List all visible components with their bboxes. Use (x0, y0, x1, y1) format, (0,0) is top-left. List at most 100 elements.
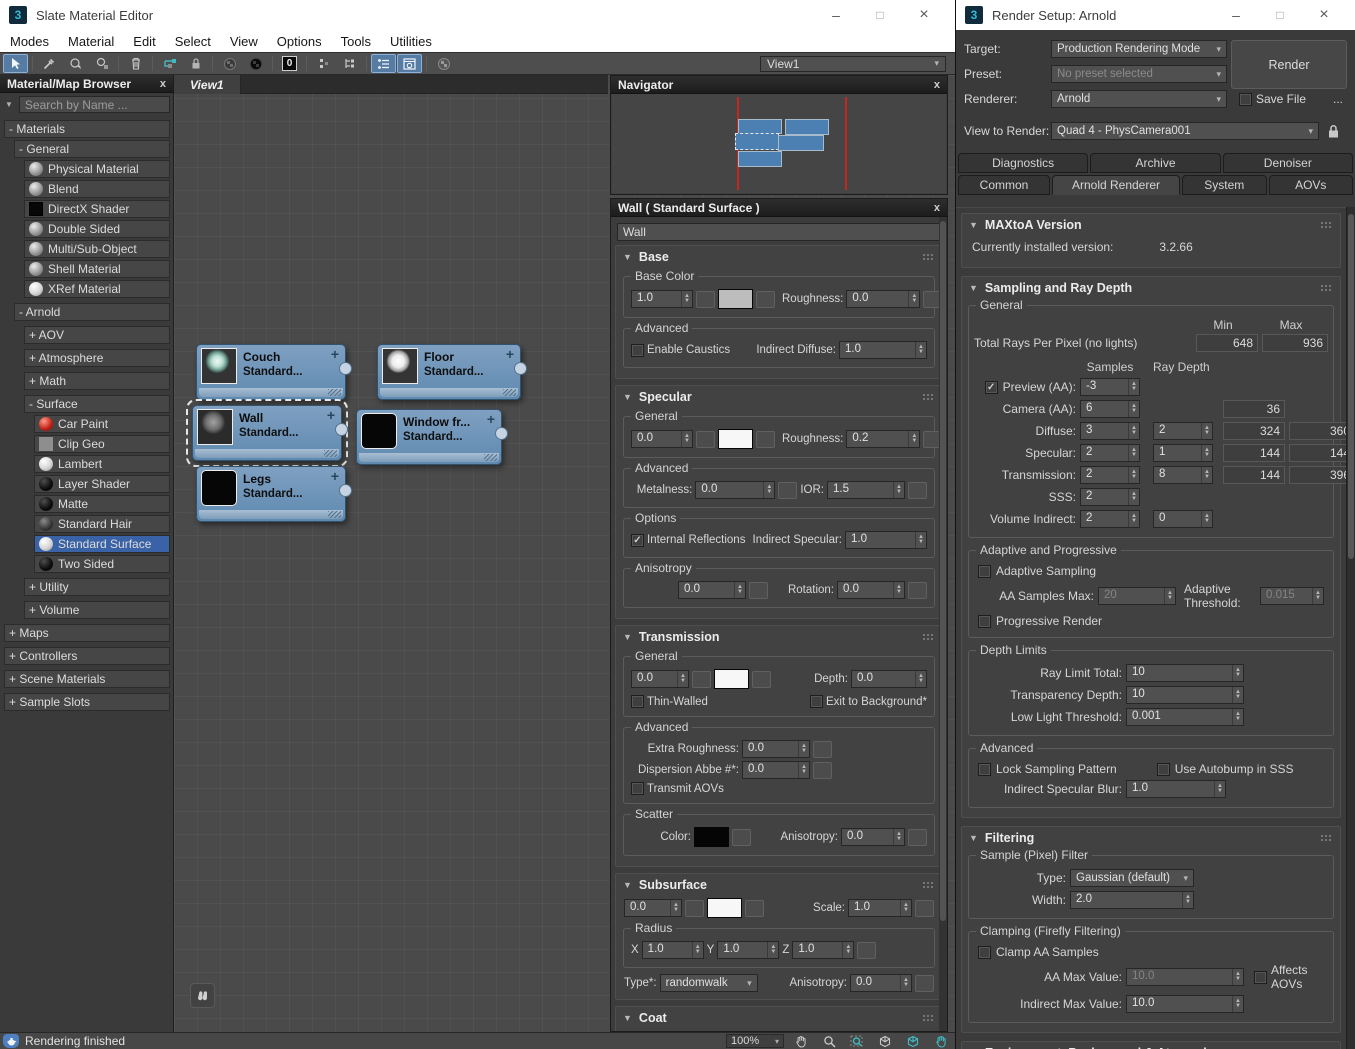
minimize-button[interactable]: – (814, 1, 858, 29)
transmit-aovs-checkbox[interactable] (631, 782, 644, 795)
menu-edit[interactable]: Edit (133, 34, 155, 49)
tab-diagnostics[interactable]: Diagnostics (958, 153, 1089, 173)
browser-item[interactable]: - Surface (24, 395, 170, 413)
browser-item[interactable]: Matte (34, 495, 170, 513)
show-navigator-icon[interactable] (397, 54, 422, 73)
ray-limit-spinner[interactable]: 10 (1126, 664, 1244, 682)
browser-item[interactable]: DirectX Shader (24, 200, 170, 218)
close-icon[interactable]: x (160, 78, 166, 90)
node-resize-grip[interactable] (199, 510, 343, 519)
sss-anisotropy-spinner[interactable]: 0.0 (850, 974, 912, 992)
specular-weight-spinner[interactable]: 0.0 (631, 430, 693, 448)
transmission-depth-spinner[interactable]: 8 (1153, 466, 1213, 484)
view-selector-dropdown[interactable]: View1 (760, 55, 946, 72)
indirect-diffuse-spinner[interactable]: 1.0 (839, 341, 927, 359)
browser-item[interactable]: + Sample Slots (4, 693, 170, 711)
rollout-filtering-header[interactable]: ▼ Filtering (962, 827, 1340, 847)
tab-denoiser[interactable]: Denoiser (1222, 153, 1353, 173)
menu-view[interactable]: View (230, 34, 258, 49)
browser-item[interactable]: Blend (24, 180, 170, 198)
zoom-extents-selected-icon[interactable] (902, 1033, 924, 1049)
rotation-map-button[interactable] (908, 581, 927, 599)
metalness-map-button[interactable] (778, 481, 798, 499)
drag-grip-icon[interactable] (1320, 283, 1333, 293)
radius-x-spinner[interactable]: 1.0 (641, 941, 704, 959)
transparency-depth-spinner[interactable]: 10 (1126, 686, 1244, 704)
dispersion-map-button[interactable] (813, 761, 832, 779)
target-dropdown[interactable]: Production Rendering Mode (1051, 40, 1227, 58)
tab-aovs[interactable]: AOVs (1268, 175, 1353, 195)
indirect-specular-blur-spinner[interactable]: 1.0 (1126, 780, 1226, 798)
lock-view-icon[interactable] (1327, 124, 1340, 139)
dispersion-spinner[interactable]: 0.0 (742, 761, 810, 779)
drag-grip-icon[interactable] (922, 252, 935, 262)
material-name-input[interactable]: Wall (617, 223, 941, 241)
browser-item[interactable]: - General (14, 140, 170, 158)
rollout-coat-header[interactable]: ▼ Coat (616, 1007, 942, 1027)
scrollbar-thumb[interactable] (940, 221, 946, 922)
node-resize-grip[interactable] (380, 388, 518, 397)
delete-icon[interactable] (123, 54, 148, 73)
scrollbar-thumb[interactable] (1348, 214, 1354, 559)
slate-titlebar[interactable]: 3 Slate Material Editor – □ × (0, 0, 955, 30)
menu-material[interactable]: Material (68, 34, 114, 49)
sss-samples-spinner[interactable]: 2 (1080, 488, 1140, 506)
node-resize-grip[interactable] (195, 449, 339, 458)
rollout-environment-header[interactable]: ▼Environment, Background & Atmosphere (962, 1042, 1340, 1049)
diffuse-depth-spinner[interactable]: 2 (1153, 422, 1213, 440)
browser-item[interactable]: + Controllers (4, 647, 170, 665)
browser-item[interactable]: + Maps (4, 624, 170, 642)
volume-indirect-depth-spinner[interactable]: 0 (1153, 510, 1213, 528)
tab-common[interactable]: Common (958, 175, 1050, 195)
layout-all-icon[interactable] (311, 54, 336, 73)
search-options-icon[interactable]: ▼ (3, 100, 15, 109)
browser-item[interactable]: + Atmosphere (24, 349, 170, 367)
menu-modes[interactable]: Modes (10, 34, 49, 49)
pan-to-selected-button[interactable] (190, 983, 215, 1008)
transmission-weight-spinner[interactable]: 0.0 (631, 670, 689, 688)
tab-archive[interactable]: Archive (1090, 153, 1221, 173)
scatter-anisotropy-map-button[interactable] (908, 828, 927, 846)
close-button[interactable]: × (1302, 1, 1346, 29)
rollout-maxtoa-header[interactable]: ▼ MAXtoA Version (962, 214, 1340, 234)
transmission-samples-spinner[interactable]: 2 (1080, 466, 1140, 484)
specular-depth-spinner[interactable]: 1 (1153, 444, 1213, 462)
sss-type-dropdown[interactable]: randomwalk (659, 974, 758, 992)
camera-aa-spinner[interactable]: 6 (1080, 400, 1140, 418)
transmission-color-swatch[interactable] (714, 669, 749, 689)
specular-weight-map-button[interactable] (696, 430, 715, 448)
expand-node-icon[interactable]: + (331, 346, 339, 362)
use-autobump-checkbox[interactable] (1156, 762, 1170, 776)
menu-select[interactable]: Select (175, 34, 211, 49)
maximize-button[interactable]: □ (858, 1, 902, 29)
material-node-couch[interactable]: Couch Standard... + (196, 344, 352, 400)
progressive-render-checkbox[interactable] (978, 614, 991, 628)
browser-item[interactable]: + Scene Materials (4, 670, 170, 688)
subsurface-color-swatch[interactable] (707, 898, 742, 918)
close-icon[interactable]: x (934, 202, 940, 214)
pick-material-icon[interactable] (37, 54, 62, 73)
browser-item[interactable]: - Arnold (14, 303, 170, 321)
node-output-socket[interactable] (339, 484, 352, 497)
expand-node-icon[interactable]: + (327, 407, 335, 423)
rollout-base-header[interactable]: ▼ Base (616, 246, 942, 266)
lock-sampling-pattern-checkbox[interactable] (978, 762, 991, 776)
scale-map-button[interactable] (915, 899, 934, 917)
material-node-window-frame[interactable]: Window fr... Standard... + (356, 409, 508, 465)
rollout-sampling-header[interactable]: ▼ Sampling and Ray Depth (962, 277, 1340, 297)
rotation-spinner[interactable]: 0.0 (837, 581, 905, 599)
volume-indirect-samples-spinner[interactable]: 2 (1080, 510, 1140, 528)
view-to-render-dropdown[interactable]: Quad 4 - PhysCamera001 (1051, 122, 1319, 140)
filter-width-spinner[interactable]: 2.0 (1070, 891, 1194, 909)
exit-to-background-checkbox[interactable] (809, 695, 823, 708)
zoom-icon[interactable] (818, 1033, 840, 1049)
drag-grip-icon[interactable] (1320, 833, 1333, 843)
ior-map-button[interactable] (908, 481, 927, 499)
show-realistic-materials-icon[interactable] (243, 54, 268, 73)
drag-grip-icon[interactable] (922, 1013, 935, 1023)
anisotropy-map-button[interactable] (749, 581, 768, 599)
browser-item[interactable]: Physical Material (24, 160, 170, 178)
depth-spinner[interactable]: 0.0 (851, 670, 927, 688)
base-roughness-spinner[interactable]: 0.0 (846, 290, 921, 308)
browser-item[interactable]: Standard Surface (34, 535, 170, 553)
